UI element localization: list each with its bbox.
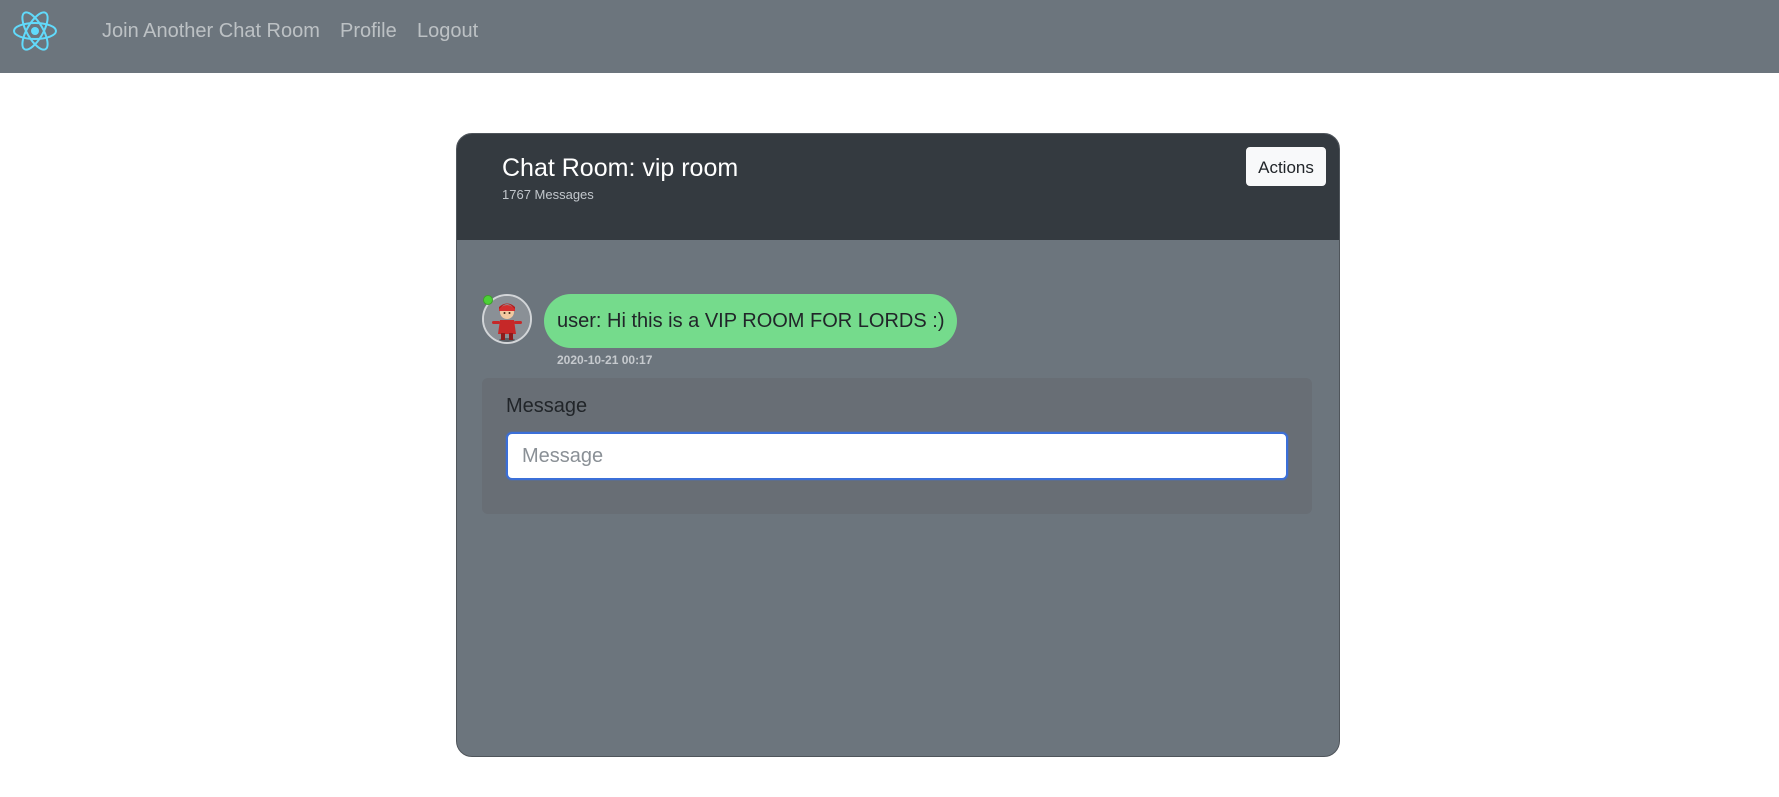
top-navbar: Join Another Chat Room Profile Logout	[0, 0, 1779, 73]
message-form: Message	[482, 378, 1312, 514]
message-label: Message	[506, 395, 588, 417]
message-count: 1767 Messages	[502, 187, 594, 202]
actions-button[interactable]: Actions	[1246, 147, 1326, 186]
nav-join-chat-room[interactable]: Join Another Chat Room	[102, 19, 320, 43]
message-input[interactable]	[506, 432, 1288, 480]
chat-room-title: Chat Room: vip room	[502, 154, 739, 182]
nav-logout[interactable]: Logout	[417, 19, 478, 43]
chat-header: Chat Room: vip room 1767 Messages Action…	[457, 134, 1339, 240]
react-atom-icon[interactable]	[12, 11, 58, 51]
nav-profile[interactable]: Profile	[340, 19, 397, 43]
message-timestamp: 2020-10-21 00:17	[557, 353, 653, 367]
chat-room-card: Chat Room: vip room 1767 Messages Action…	[456, 133, 1340, 757]
message-bubble: user: Hi this is a VIP ROOM FOR LORDS :)	[544, 294, 958, 348]
online-status-indicator	[483, 295, 493, 305]
